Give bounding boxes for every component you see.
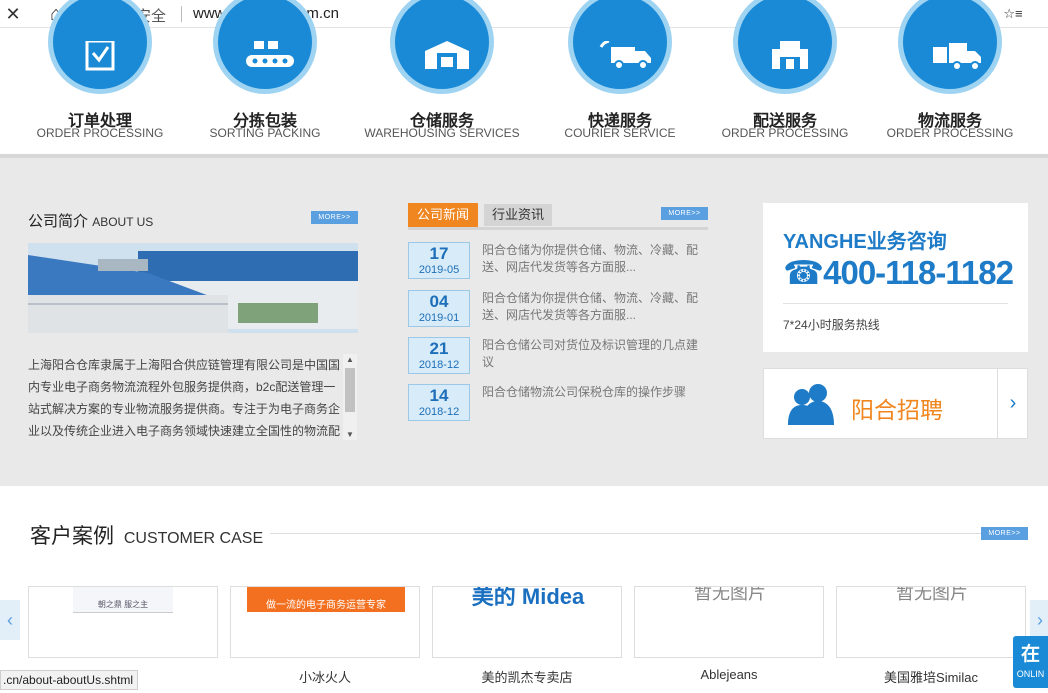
address-divider	[181, 6, 182, 22]
scroll-up-icon[interactable]: ▲	[343, 355, 357, 364]
case-title-en: CUSTOMER CASE	[123, 530, 264, 547]
news-date-badge: 14 2018-12	[408, 384, 470, 421]
about-title-cn: 公司简介	[28, 213, 89, 230]
news-more-button[interactable]: MORE>>	[661, 207, 708, 220]
news-day: 04	[429, 292, 449, 311]
service-order-processing[interactable]: 订单处理 ORDER PROCESSING	[15, 0, 185, 148]
news-item[interactable]: 21 2018-12 阳合仓储公司对货位及标识管理的几点建议	[408, 337, 708, 377]
about-scrollbar[interactable]: ▲ ▼	[343, 354, 357, 440]
conveyor-icon	[213, 0, 317, 94]
recruit-banner[interactable]: 阳合招聘 ›	[763, 368, 1028, 439]
delivery-truck-icon	[568, 0, 672, 94]
case-logo-card[interactable]: 做一流的电子商务运营专家	[230, 586, 420, 658]
case-more-button[interactable]: MORE>>	[981, 527, 1028, 540]
news-month: 2019-05	[418, 264, 460, 276]
case-name[interactable]: 小冰火人	[230, 667, 420, 686]
hotline-number-text: 400-118-1182	[823, 254, 1014, 291]
tab-company-news[interactable]: 公司新闻	[408, 203, 478, 227]
news-day: 14	[429, 386, 449, 405]
hotline-note: 7*24小时服务热线	[783, 318, 880, 332]
news-tab-underline	[408, 227, 708, 230]
hotline-number: ☎400-118-1182	[783, 253, 1014, 292]
case-name[interactable]: Ablejeans	[634, 667, 824, 682]
news-item[interactable]: 17 2019-05 阳合仓储为你提供仓储、物流、冷藏、配送、网店代发货等各方面…	[408, 242, 708, 282]
warehouse-icon	[390, 0, 494, 94]
case-section-title: 客户案例 CUSTOMER CASE	[30, 520, 263, 550]
people-icon	[788, 384, 834, 425]
service-subtitle: WAREHOUSING SERVICES	[364, 126, 520, 140]
service-subtitle: SORTING PACKING	[209, 126, 321, 140]
news-date-badge: 21 2018-12	[408, 337, 470, 374]
news-item[interactable]: 14 2018-12 阳合仓储物流公司保税仓库的操作步骤	[408, 384, 708, 424]
service-sorting-packing[interactable]: 分拣包装 SORTING PACKING	[180, 0, 350, 148]
service-courier[interactable]: 快递服务 COURIER SERVICE	[535, 0, 705, 148]
hotline-divider	[783, 303, 1008, 304]
news-day: 17	[429, 244, 449, 263]
news-date-badge: 04 2019-01	[408, 290, 470, 327]
case-name[interactable]: 美的凯杰专卖店	[432, 667, 622, 686]
news-title-link[interactable]: 阳合仓储为你提供仓储、物流、冷藏、配送、网店代发货等各方面服...	[482, 290, 698, 324]
hotline-panel: YANGHE业务咨询 ☎400-118-1182 7*24小时服务热线	[763, 203, 1028, 352]
case-logo-card[interactable]: 暂无图片	[836, 586, 1026, 658]
case-logo: 暂无图片	[694, 586, 766, 603]
case-logo: 朝之鼎 服之主	[73, 587, 173, 613]
news-title-link[interactable]: 阳合仓储为你提供仓储、物流、冷藏、配送、网店代发货等各方面服...	[482, 242, 698, 276]
case-logo: 暂无图片	[896, 586, 968, 603]
case-logo: 美的 Midea	[471, 586, 585, 609]
about-more-button[interactable]: MORE>>	[311, 211, 358, 224]
service-subtitle: ORDER PROCESSING	[721, 126, 849, 140]
browser-toolbar: ✕ ⌂ ⚠ 不安全 www.huasu56.com.cn ☆ ☆≡	[0, 0, 1048, 28]
case-logo: 做一流的电子商务运营专家	[247, 587, 405, 612]
news-month: 2018-12	[418, 359, 460, 371]
case-logo-card[interactable]: 美的 Midea	[432, 586, 622, 658]
news-day: 21	[429, 339, 449, 358]
news-month: 2018-12	[418, 406, 460, 418]
phone-icon: ☎	[783, 254, 824, 291]
favorites-icon[interactable]: ☆≡	[1000, 3, 1026, 25]
news-title-link[interactable]: 阳合仓储公司对货位及标识管理的几点建议	[482, 337, 698, 371]
close-tab-icon[interactable]: ✕	[2, 3, 24, 25]
chevron-right-icon[interactable]: ›	[997, 369, 1028, 438]
chevron-right-icon[interactable]: ›	[1030, 600, 1048, 640]
online-label-en: ONLIN	[1016, 669, 1045, 679]
service-logistics[interactable]: 物流服务 ORDER PROCESSING	[865, 0, 1035, 148]
tab-industry-news[interactable]: 行业资讯	[484, 204, 552, 226]
service-subtitle: ORDER PROCESSING	[886, 126, 1014, 140]
about-photo	[28, 243, 358, 333]
recruit-label: 阳合招聘	[851, 397, 943, 423]
porter-icon	[733, 0, 837, 94]
service-delivery[interactable]: 配送服务 ORDER PROCESSING	[700, 0, 870, 148]
scroll-down-icon[interactable]: ▼	[343, 430, 357, 439]
news-item[interactable]: 04 2019-01 阳合仓储为你提供仓储、物流、冷藏、配送、网店代发货等各方面…	[408, 290, 708, 330]
online-label-cn: 在	[1020, 644, 1040, 665]
news-title-link[interactable]: 阳合仓储物流公司保税仓库的操作步骤	[482, 384, 698, 401]
scroll-thumb[interactable]	[345, 368, 355, 412]
hotline-title: YANGHE业务咨询	[783, 231, 947, 253]
service-subtitle: ORDER PROCESSING	[36, 126, 164, 140]
clipboard-check-icon	[48, 0, 152, 94]
news-month: 2019-01	[418, 312, 460, 324]
about-title: 公司简介 ABOUT US	[28, 210, 153, 231]
service-warehousing[interactable]: 仓储服务 WAREHOUSING SERVICES	[357, 0, 527, 148]
about-text: 上海阳合仓库隶属于上海阳合供应链管理有限公司是中国国内专业电子商务物流流程外包服…	[28, 358, 341, 438]
online-chat-button[interactable]: 在 ONLIN	[1013, 636, 1048, 688]
case-logo-card[interactable]: 暂无图片	[634, 586, 824, 658]
case-title-rule	[270, 533, 985, 534]
about-title-en: ABOUT US	[92, 215, 154, 229]
case-logo-card[interactable]: 朝之鼎 服之主	[28, 586, 218, 658]
logistics-truck-icon	[898, 0, 1002, 94]
status-bar-url: .cn/about-aboutUs.shtml	[0, 670, 138, 690]
service-subtitle: COURIER SERVICE	[564, 126, 676, 140]
case-title-cn: 客户案例	[30, 525, 114, 548]
news-date-badge: 17 2019-05	[408, 242, 470, 279]
case-name[interactable]: 美国雅培Similac	[836, 667, 1026, 686]
chevron-left-icon[interactable]: ‹	[0, 600, 20, 640]
